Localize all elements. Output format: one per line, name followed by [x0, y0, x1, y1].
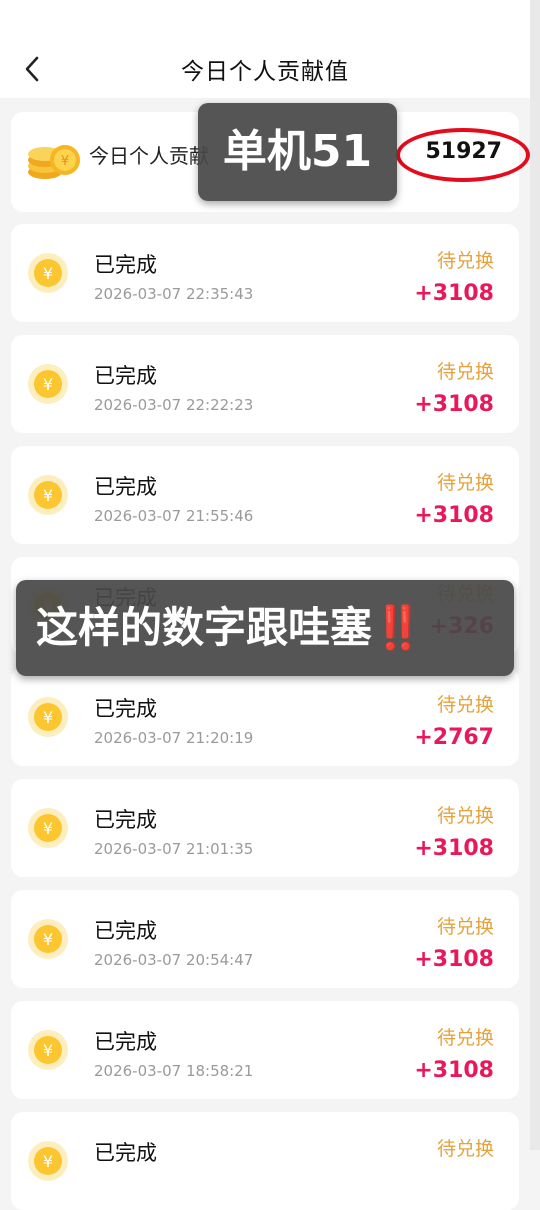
coin-icon: ¥ — [27, 1029, 69, 1071]
coin-stack-icon: ¥ — [28, 145, 80, 179]
record-amount: +3108 — [414, 281, 494, 306]
page-title: 今日个人贡献值 — [181, 59, 349, 85]
record-status: 已完成 — [94, 364, 157, 388]
record-exchange-status: 待兑换 — [436, 361, 494, 383]
record-amount: +3108 — [414, 836, 494, 861]
svg-text:¥: ¥ — [43, 264, 53, 283]
overlay-caption-top: 单机51 — [198, 103, 397, 201]
record-card[interactable]: ¥ 已完成 2026-03-07 21:01:35 待兑换 +3108 — [11, 779, 519, 877]
record-time: 2026-03-07 21:01:35 — [94, 840, 254, 858]
svg-text:¥: ¥ — [43, 708, 53, 727]
record-amount: +3108 — [414, 503, 494, 528]
record-amount: +3108 — [414, 392, 494, 417]
coin-icon: ¥ — [27, 363, 69, 405]
record-exchange-status: 待兑换 — [436, 472, 494, 494]
record-card[interactable]: ¥ 已完成 待兑换 — [11, 1112, 519, 1210]
record-time: 2026-03-07 18:58:21 — [94, 1062, 254, 1080]
record-time: 2026-03-07 20:54:47 — [94, 951, 254, 969]
record-status: 已完成 — [94, 919, 157, 943]
record-amount: +2767 — [414, 725, 494, 750]
scrollbar[interactable] — [530, 0, 540, 1150]
summary-label: 今日个人贡献 — [89, 144, 209, 168]
record-exchange-status: 待兑换 — [436, 1027, 494, 1049]
record-card[interactable]: ¥ 已完成 2026-03-07 21:20:19 待兑换 +2767 — [11, 668, 519, 766]
record-amount: +3108 — [414, 947, 494, 972]
record-status: 已完成 — [94, 1141, 157, 1165]
svg-text:¥: ¥ — [61, 154, 69, 169]
record-exchange-status: 待兑换 — [436, 1138, 494, 1160]
top-bar: 今日个人贡献值 — [0, 0, 540, 98]
record-time: 2026-03-07 22:22:23 — [94, 396, 254, 414]
coin-icon: ¥ — [27, 807, 69, 849]
record-exchange-status: 待兑换 — [436, 916, 494, 938]
record-card[interactable]: ¥ 已完成 2026-03-07 21:55:46 待兑换 +3108 — [11, 446, 519, 544]
svg-text:¥: ¥ — [43, 486, 53, 505]
coin-icon: ¥ — [27, 474, 69, 516]
record-status: 已完成 — [94, 697, 157, 721]
coin-icon: ¥ — [27, 1140, 69, 1182]
record-status: 已完成 — [94, 475, 157, 499]
record-card[interactable]: ¥ 已完成 2026-03-07 20:54:47 待兑换 +3108 — [11, 890, 519, 988]
record-card[interactable]: ¥ 已完成 2026-03-07 22:35:43 待兑换 +3108 — [11, 224, 519, 322]
record-amount: +3108 — [414, 1058, 494, 1083]
red-circle-annotation — [396, 128, 530, 182]
record-status: 已完成 — [94, 808, 157, 832]
coin-icon: ¥ — [27, 918, 69, 960]
double-exclamation-icon: ‼️ — [372, 603, 425, 652]
record-exchange-status: 待兑换 — [436, 805, 494, 827]
coin-icon: ¥ — [27, 696, 69, 738]
record-time: 2026-03-07 21:20:19 — [94, 729, 254, 747]
record-exchange-status: 待兑换 — [436, 250, 494, 272]
record-card[interactable]: ¥ 已完成 2026-03-07 18:58:21 待兑换 +3108 — [11, 1001, 519, 1099]
coin-icon: ¥ — [27, 252, 69, 294]
record-status: 已完成 — [94, 253, 157, 277]
svg-text:¥: ¥ — [43, 375, 53, 394]
svg-text:¥: ¥ — [43, 930, 53, 949]
overlay-caption-middle: 这样的数字跟哇塞‼️ — [16, 580, 514, 676]
svg-text:¥: ¥ — [43, 819, 53, 838]
record-status: 已完成 — [94, 1030, 157, 1054]
overlay-caption-text: 这样的数字跟哇塞 — [36, 603, 373, 652]
record-time: 2026-03-07 22:35:43 — [94, 285, 254, 303]
record-card[interactable]: ¥ 已完成 2026-03-07 22:22:23 待兑换 +3108 — [11, 335, 519, 433]
record-time: 2026-03-07 21:55:46 — [94, 507, 254, 525]
svg-text:¥: ¥ — [43, 1041, 53, 1060]
svg-text:¥: ¥ — [43, 1152, 53, 1171]
record-exchange-status: 待兑换 — [436, 694, 494, 716]
